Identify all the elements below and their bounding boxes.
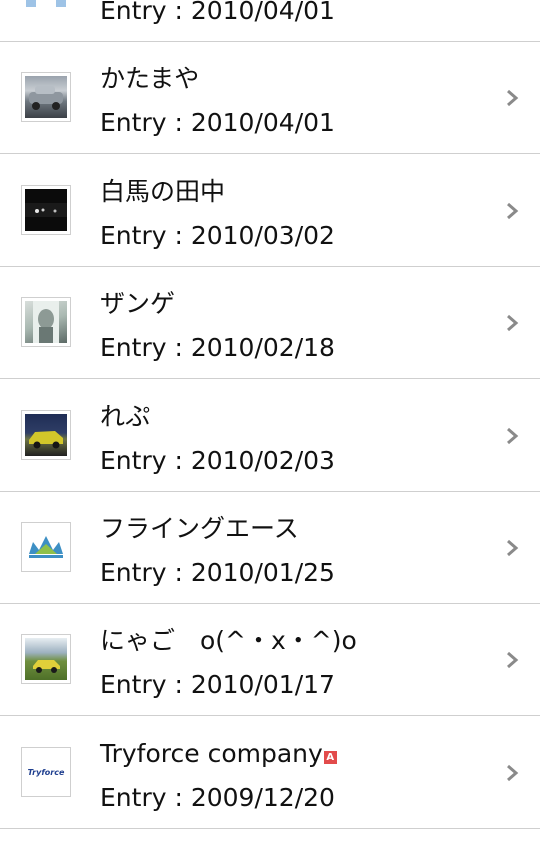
- thumbnail: [21, 0, 71, 10]
- thumbnail: [21, 72, 71, 122]
- app-badge-icon: A: [323, 751, 337, 764]
- entry-date: Entry : 2010/02/18: [100, 333, 335, 362]
- entry-date: Entry : 2010/01/17: [100, 670, 335, 699]
- chevron-right-icon: [507, 427, 519, 445]
- thumbnail: [21, 410, 71, 460]
- chevron-right-icon: [507, 314, 519, 332]
- list-item[interactable]: Entry : 2010/04/01: [0, 0, 540, 42]
- entry-date: Entry : 2010/03/02: [100, 221, 335, 250]
- chevron-right-icon: [507, 89, 519, 107]
- thumbnail: Tryforce: [21, 747, 71, 797]
- entry-list: Entry : 2010/04/01 かたまや Entry : 2010/04/…: [0, 0, 540, 850]
- thumbnail: [21, 634, 71, 684]
- list-item[interactable]: フライングエース Entry : 2010/01/25: [0, 492, 540, 604]
- chevron-right-icon: [507, 539, 519, 557]
- entry-title: にゃご o(^・x・^)o: [100, 626, 357, 655]
- entry-date: Entry : 2009/12/20: [100, 783, 335, 812]
- chevron-right-icon: [507, 651, 519, 669]
- list-item[interactable]: ザンゲ Entry : 2010/02/18: [0, 267, 540, 379]
- chevron-right-icon: [507, 764, 519, 782]
- list-item[interactable]: Tryforce Tryforce company A Entry : 2009/…: [0, 717, 540, 829]
- entry-title: かたまや: [100, 64, 200, 93]
- thumbnail: [21, 522, 71, 572]
- list-item[interactable]: かたまや Entry : 2010/04/01: [0, 42, 540, 154]
- tryforce-logo: Tryforce: [25, 751, 67, 793]
- entry-date: Entry : 2010/04/01: [100, 108, 335, 137]
- yellow-car-photo: [25, 414, 67, 456]
- person-photo: [25, 301, 67, 343]
- list-item[interactable]: 白馬の田中 Entry : 2010/03/02: [0, 155, 540, 267]
- chevron-right-icon: [507, 202, 519, 220]
- entry-date: Entry : 2010/01/25: [100, 558, 335, 587]
- partial-icon: [24, 0, 68, 7]
- entry-title: Tryforce company A: [100, 739, 337, 769]
- thumbnail: [21, 185, 71, 235]
- entry-title: フライングエース: [100, 514, 299, 543]
- car-in-field-photo: [25, 638, 67, 680]
- crown-logo: [25, 526, 67, 568]
- svg-text:Tryforce: Tryforce: [28, 768, 65, 777]
- entry-title: 白馬の田中: [100, 177, 226, 206]
- entry-date: Entry : 2010/04/01: [100, 0, 335, 25]
- entry-title: ザンゲ: [100, 289, 176, 318]
- grey-car-photo: [25, 76, 67, 118]
- entry-title: れぷ: [100, 402, 151, 431]
- night-scene-photo: [25, 189, 67, 231]
- entry-title-text: Tryforce company: [100, 739, 323, 768]
- list-item[interactable]: れぷ Entry : 2010/02/03: [0, 380, 540, 492]
- thumbnail: [21, 297, 71, 347]
- list-item[interactable]: にゃご o(^・x・^)o Entry : 2010/01/17: [0, 604, 540, 716]
- entry-date: Entry : 2010/02/03: [100, 446, 335, 475]
